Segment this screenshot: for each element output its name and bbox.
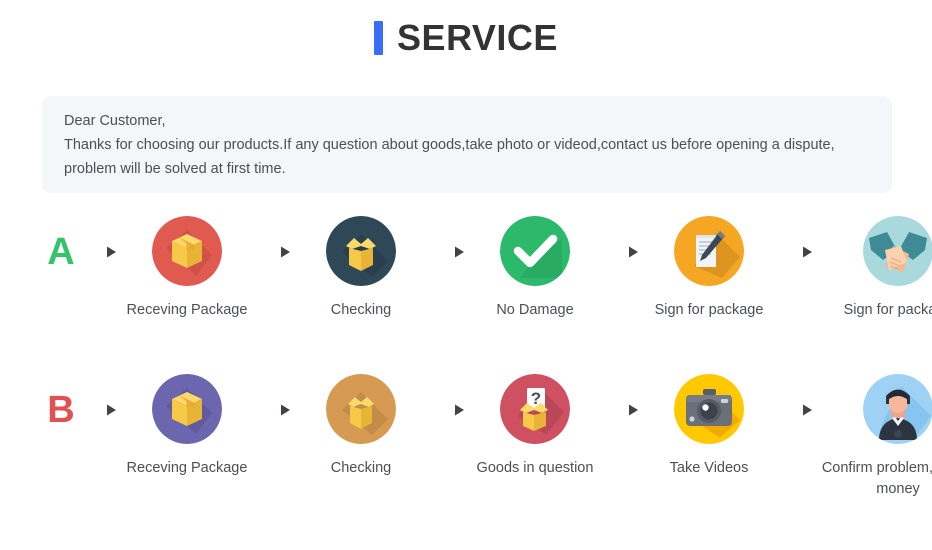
handshake-icon <box>863 216 932 286</box>
arrow-right-icon <box>600 216 644 288</box>
flow-step[interactable]: No Damage <box>470 216 600 321</box>
flow-label-b: B <box>47 389 75 431</box>
notice-line-3: problem will be solved at first time. <box>64 161 286 177</box>
flow-step-label: Checking <box>330 460 392 476</box>
notice-line-1: Dear Customer, <box>64 113 166 129</box>
flow-step-label: Receving Package <box>126 460 248 476</box>
flow-step-label: Sign for package <box>654 302 764 318</box>
arrow-right-icon <box>426 216 470 288</box>
arrow-right-icon <box>426 374 470 446</box>
flow-step-label: Take Videos <box>669 460 749 476</box>
open-box-icon <box>326 216 396 286</box>
flow-step-label: Sign for package <box>843 302 932 318</box>
flow-step[interactable]: Receving Package <box>122 216 252 321</box>
arrow-right-icon <box>78 374 122 446</box>
flow-step-label: Checking <box>330 302 392 318</box>
flow-step-label: Receving Package <box>126 302 248 318</box>
flow-row-b: B Receving Package Checking ? Goods in q… <box>0 374 932 500</box>
flow-step-label: No Damage <box>496 302 574 318</box>
notice-line-2: Thanks for choosing our products.If any … <box>64 137 835 153</box>
flow-row-a: A Receving Package Checking No Damage Si… <box>0 216 932 321</box>
package-box-icon <box>152 216 222 286</box>
flow-step[interactable]: Take Videos <box>644 374 774 479</box>
arrow-right-icon <box>252 216 296 288</box>
package-box-icon <box>152 374 222 444</box>
document-pen-icon <box>674 216 744 286</box>
arrow-right-icon <box>774 216 818 288</box>
arrow-right-icon <box>600 374 644 446</box>
camera-icon <box>674 374 744 444</box>
title-accent-bar <box>374 21 384 55</box>
flow-step[interactable]: Receving Package <box>122 374 252 479</box>
flow-step[interactable]: ? Goods in question <box>470 374 600 479</box>
customer-notice-box: Dear Customer, Thanks for choosing our p… <box>42 96 892 193</box>
arrow-right-icon <box>774 374 818 446</box>
flow-step[interactable]: Checking <box>296 374 426 479</box>
flow-step[interactable]: Confirm problem,refund money <box>818 374 932 500</box>
question-box-icon: ? <box>500 374 570 444</box>
arrow-right-icon <box>252 374 296 446</box>
person-avatar-icon <box>863 374 932 444</box>
open-box-icon <box>326 374 396 444</box>
check-mark-icon <box>500 216 570 286</box>
flow-step-label: Goods in question <box>476 460 594 476</box>
flow-step-label: Confirm problem,refund money <box>821 460 932 497</box>
page-header: SERVICE <box>0 0 932 56</box>
flow-step[interactable]: Sign for package <box>818 216 932 321</box>
flow-step[interactable]: Checking <box>296 216 426 321</box>
flow-step[interactable]: Sign for package <box>644 216 774 321</box>
arrow-right-icon <box>78 216 122 288</box>
page-title: SERVICE <box>397 17 558 58</box>
flow-label-a: A <box>47 231 75 273</box>
